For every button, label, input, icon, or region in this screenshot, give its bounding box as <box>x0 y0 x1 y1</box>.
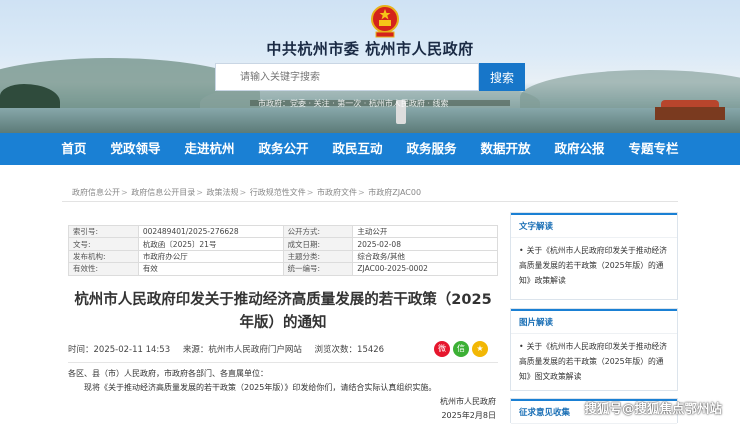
publish-time: 时间：2025-02-11 14:53 <box>68 345 171 355</box>
body-paragraph: 现将《关于推动经济高质量发展的若干政策（2025年版）》印发给你们，请结合实际认… <box>84 383 437 392</box>
document-title: 杭州市人民政府印发关于推动经济高质量发展的若干政策（2025年版）的通知 <box>74 292 492 331</box>
meta-key: 主题分类: <box>282 249 354 264</box>
meta-value: 2025-02-08 <box>352 237 498 251</box>
main-nav: 首页 党政领导 走进杭州 政务公开 政民互动 政务服务 数据开放 政府公报 专题… <box>0 133 740 165</box>
meta-value: 杭政函〔2025〕21号 <box>137 237 284 251</box>
nav-item-topics[interactable]: 专题专栏 <box>617 133 691 165</box>
nav-item-gov-disclosure[interactable]: 政务公开 <box>246 133 320 165</box>
sidebar-heading: 图片解读 <box>511 309 677 334</box>
divider <box>62 201 678 202</box>
meta-value: 002489401/2025-276628 <box>137 224 284 239</box>
breadcrumb-current[interactable]: 市政府ZJAC00 <box>368 188 421 197</box>
meta-key: 统一编号: <box>282 262 354 276</box>
sidebar-text-interpretation: 文字解读 • 关于《杭州市人民政府印发关于推动经济高质量发展的若干政策（2025年… <box>510 212 678 300</box>
meta-value: 市政府办公厅 <box>137 249 284 264</box>
star-glyph: ★ <box>476 344 484 353</box>
search-bar: 搜索 <box>215 63 525 91</box>
sidebar-heading: 文字解读 <box>511 213 677 238</box>
view-count: 浏览次数：15426 <box>314 345 385 355</box>
meta-value: 主动公开 <box>352 224 498 239</box>
meta-value: 有效 <box>137 262 284 276</box>
breadcrumb: 政府信息公开> 政府信息公开目录> 政策法规> 行政规范性文件> 市政府文件> … <box>72 187 421 198</box>
watermark-text: 搜狐号@搜狐焦点鄂州站 <box>584 401 722 416</box>
breadcrumb-separator: > <box>196 188 203 197</box>
nav-item-leaders[interactable]: 党政领导 <box>98 133 172 165</box>
meta-key: 公开方式: <box>282 224 354 239</box>
sidebar-link-text[interactable]: 关于《杭州市人民政府印发关于推动经济高质量发展的若干政策（2025年版）的通知》… <box>519 246 667 285</box>
table-row: 发布机构: 市政府办公厅 主题分类: 综合政务/其他 <box>68 249 498 264</box>
search-input[interactable] <box>215 63 479 91</box>
breadcrumb-link[interactable]: 行政规范性文件 <box>250 188 306 197</box>
sidebar-link[interactable]: • 关于《杭州市人民政府印发关于推动经济高质量发展的若干政策（2025年版）的通知… <box>511 334 677 389</box>
meta-value: 综合政务/其他 <box>352 249 498 264</box>
meta-key: 发布机构: <box>68 249 139 264</box>
wechat-share-icon[interactable]: 信 <box>453 341 469 357</box>
nav-item-gazette[interactable]: 政府公报 <box>543 133 617 165</box>
breadcrumb-link[interactable]: 市政府文件 <box>317 188 357 197</box>
document-source: 来源：杭州市人民政府门户网站 <box>182 345 302 355</box>
nav-item-interaction[interactable]: 政民互动 <box>320 133 394 165</box>
nav-item-home[interactable]: 首页 <box>49 133 98 165</box>
banner-lake <box>0 108 740 133</box>
breadcrumb-separator: > <box>306 188 314 197</box>
national-emblem-icon <box>371 5 399 38</box>
table-row: 索引号: 002489401/2025-276628 公开方式: 主动公开 <box>68 224 498 239</box>
site-title: 中共杭州市委 杭州市人民政府 <box>266 40 474 58</box>
document-info-bar: 时间：2025-02-11 14:53 来源：杭州市人民政府门户网站 浏览次数：… <box>68 343 394 355</box>
sign-organization: 杭州市人民政府 <box>440 397 496 406</box>
wechat-glyph: 信 <box>457 344 465 353</box>
document-meta-table: 索引号: 002489401/2025-276628 公开方式: 主动公开 文号… <box>68 224 498 276</box>
weibo-share-icon[interactable]: 微 <box>434 341 450 357</box>
bullet-icon: • <box>519 342 524 351</box>
banner-boat <box>655 100 725 122</box>
breadcrumb-separator: > <box>121 188 128 197</box>
table-row: 文号: 杭政函〔2025〕21号 成文日期: 2025-02-08 <box>68 237 498 251</box>
header-banner: 中共杭州市委 杭州市人民政府 搜索 市政府：党委 · 关注 · 第一次 · 杭州… <box>0 0 740 133</box>
sidebar-image-interpretation: 图片解读 • 关于《杭州市人民政府印发关于推动经济高质量发展的若干政策（2025年… <box>510 308 678 391</box>
sidebar-link[interactable]: • 关于《杭州市人民政府印发关于推动经济高质量发展的若干政策（2025年版）的通知… <box>511 238 677 293</box>
bullet-icon: • <box>519 246 524 255</box>
meta-key: 成文日期: <box>282 237 354 251</box>
divider <box>68 362 498 363</box>
favorite-star-icon[interactable]: ★ <box>472 341 488 357</box>
salutation: 各区、县（市）人民政府，市政府各部门、各直属单位： <box>68 369 268 378</box>
breadcrumb-link[interactable]: 政府信息公开目录 <box>131 188 195 197</box>
breadcrumb-separator: > <box>358 188 365 197</box>
document-body: 各区、县（市）人民政府，市政府各部门、各直属单位： 现将《关于推动经济高质量发展… <box>68 367 498 423</box>
sign-date: 2025年2月8日 <box>441 411 496 420</box>
breadcrumb-link[interactable]: 政策法规 <box>207 188 239 197</box>
breadcrumb-separator: > <box>239 188 247 197</box>
meta-key: 索引号: <box>68 224 139 239</box>
breadcrumb-link[interactable]: 政府信息公开 <box>72 188 120 197</box>
meta-key: 文号: <box>68 237 139 251</box>
search-button[interactable]: 搜索 <box>479 63 525 91</box>
nav-item-services[interactable]: 政务服务 <box>395 133 469 165</box>
meta-value: ZJAC00-2025-0002 <box>352 262 498 276</box>
table-row: 有效性: 有效 统一编号: ZJAC00-2025-0002 <box>68 262 498 276</box>
sidebar-link-text[interactable]: 关于《杭州市人民政府印发关于推动经济高质量发展的若干政策（2025年版）的通知》… <box>519 342 667 381</box>
nav-item-open-data[interactable]: 数据开放 <box>469 133 543 165</box>
meta-key: 有效性: <box>68 262 139 276</box>
news-ticker[interactable]: 市政府：党委 · 关注 · 第一次 · 杭州市人民政府 · 线索 <box>258 98 449 109</box>
nav-item-about-hangzhou[interactable]: 走进杭州 <box>172 133 246 165</box>
weibo-glyph: 微 <box>438 344 446 353</box>
